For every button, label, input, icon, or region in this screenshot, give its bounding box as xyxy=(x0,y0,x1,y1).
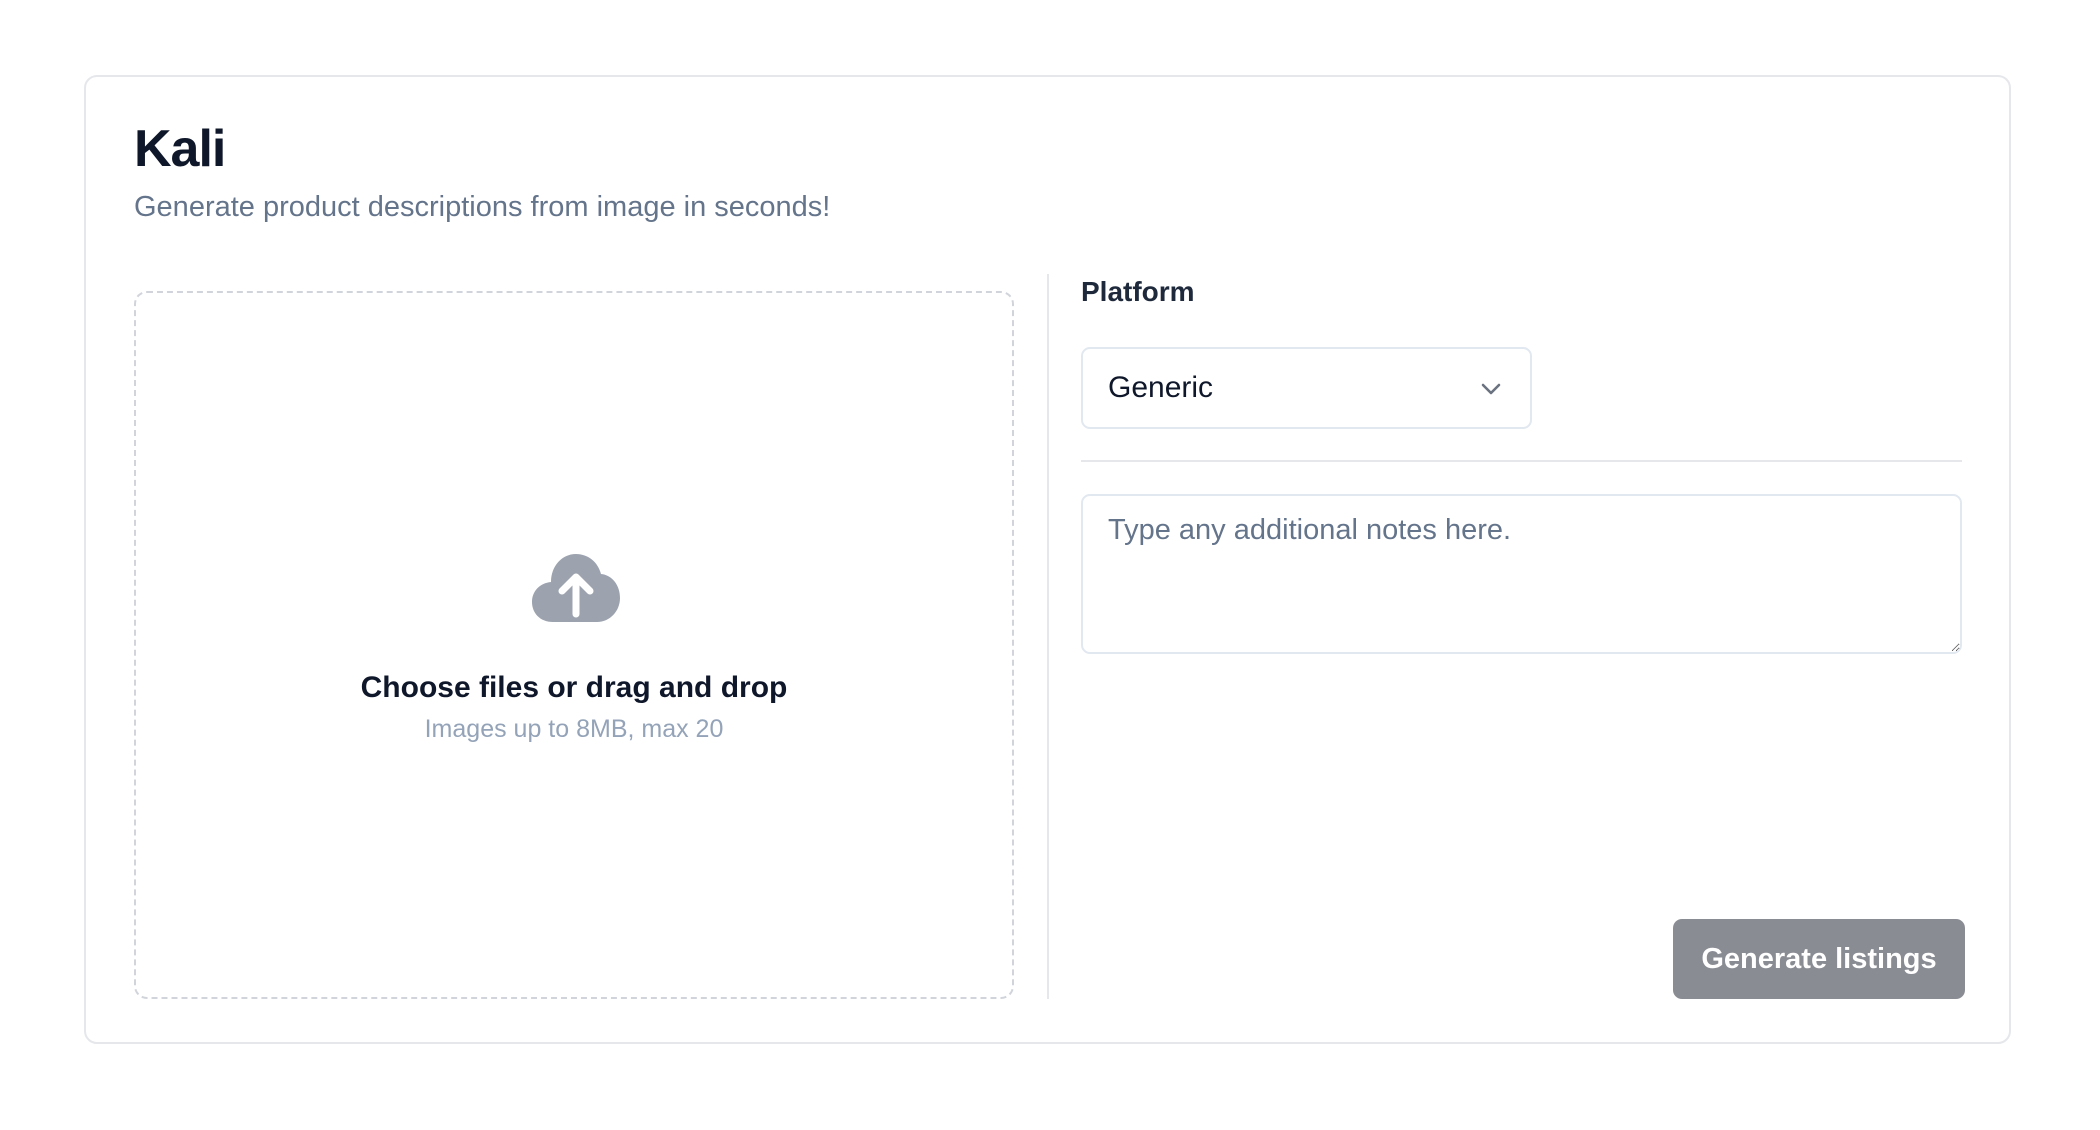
page-title: Kali xyxy=(134,120,226,178)
file-dropzone[interactable]: Choose files or drag and drop Images up … xyxy=(134,291,1014,999)
cloud-upload-icon xyxy=(532,554,620,622)
main-card: Kali Generate product descriptions from … xyxy=(84,75,2011,1044)
vertical-divider xyxy=(1047,274,1049,999)
generate-listings-button[interactable]: Generate listings xyxy=(1673,919,1965,999)
dropzone-title: Choose files or drag and drop xyxy=(360,671,788,704)
platform-select-value: Generic xyxy=(1108,371,1214,404)
chevron-down-icon xyxy=(1481,383,1501,395)
horizontal-divider xyxy=(1081,460,1962,462)
platform-label: Platform xyxy=(1081,276,1195,307)
page-subtitle: Generate product descriptions from image… xyxy=(134,191,831,223)
dropzone-hint: Images up to 8MB, max 20 xyxy=(424,715,724,743)
notes-textarea[interactable] xyxy=(1081,494,1962,654)
platform-select[interactable]: Generic xyxy=(1081,347,1532,429)
